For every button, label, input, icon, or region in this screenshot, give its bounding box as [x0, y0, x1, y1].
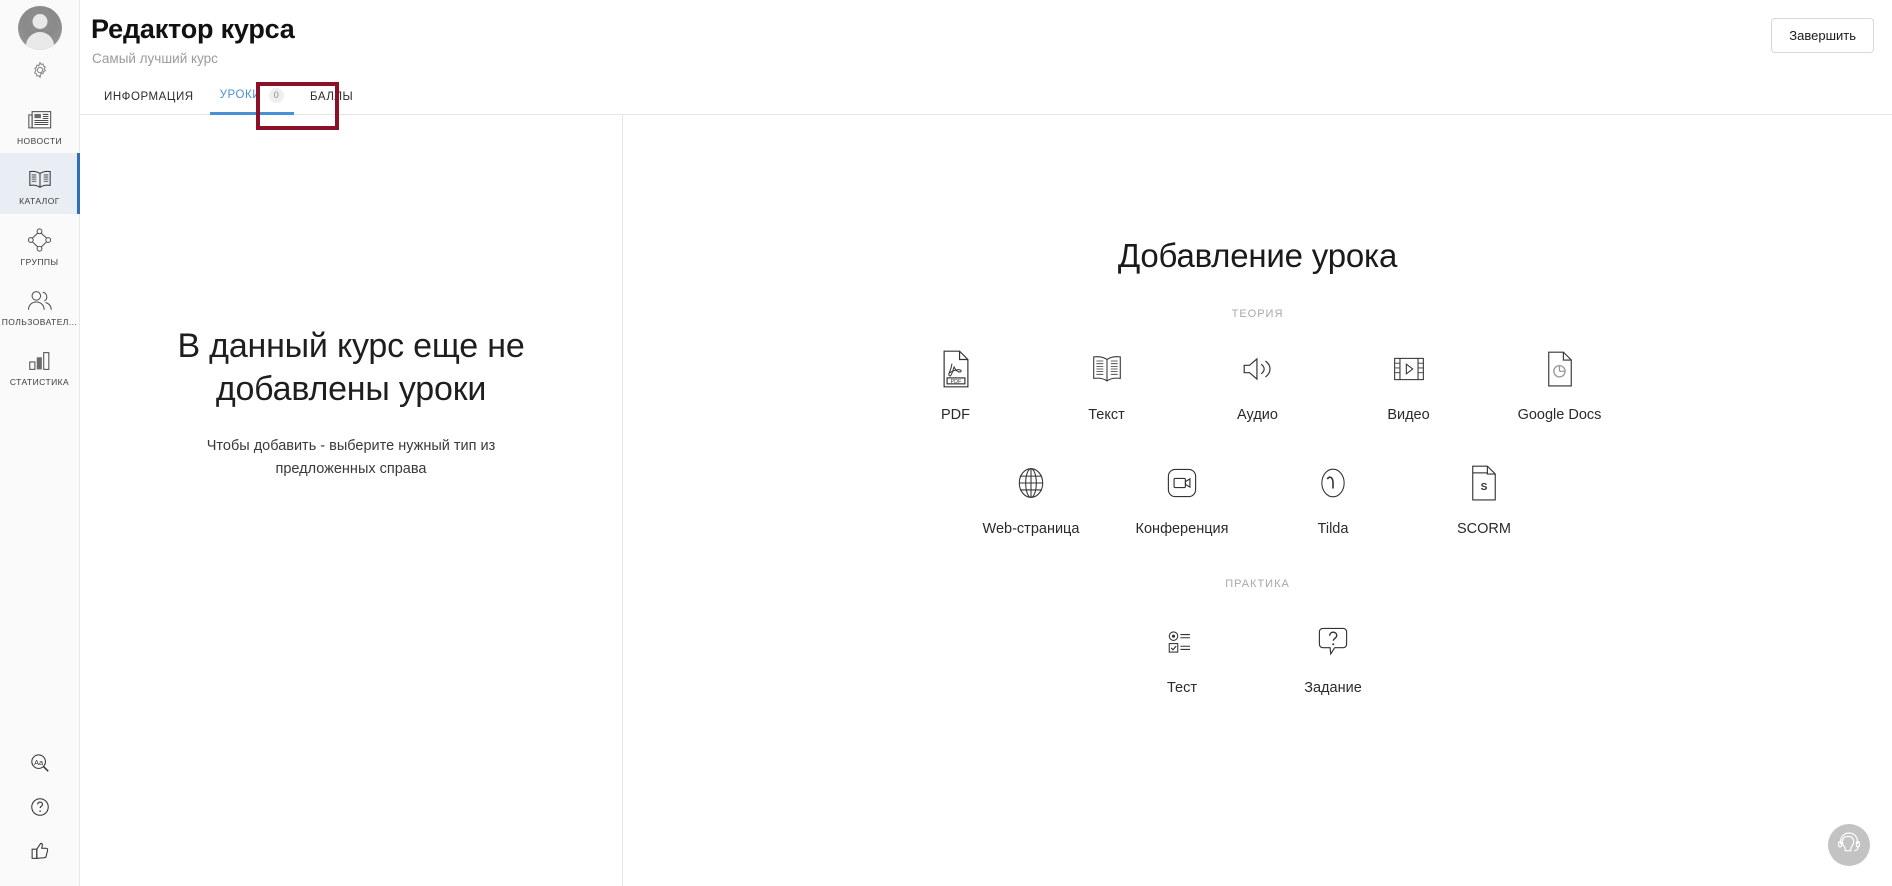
film-strip-icon [1392, 349, 1426, 389]
lesson-type-label: SCORM [1457, 520, 1511, 537]
lesson-type-label: Google Docs [1517, 406, 1602, 423]
main-content: Редактор курса Самый лучший курс Заверши… [80, 0, 1892, 886]
practice-row: Тест Задание [1107, 616, 1409, 704]
support-headset-icon [1836, 830, 1862, 861]
quiz-list-icon [1165, 622, 1199, 662]
scorm-file-icon: S [1469, 463, 1499, 503]
page-subtitle: Самый лучший курс [92, 50, 218, 66]
news-icon [27, 102, 53, 132]
sidebar-bottom-actions: Aa [0, 750, 80, 886]
finish-button[interactable]: Завершить [1771, 18, 1874, 53]
tab-label: ИНФОРМАЦИЯ [104, 90, 194, 103]
settings-button[interactable] [30, 59, 50, 85]
tab-points[interactable]: БАЛЛЫ [297, 83, 366, 114]
avatar[interactable] [17, 6, 62, 50]
tab-label: УРОКИ [219, 89, 262, 102]
theory-row-1: PDF PDF Текст Аудио Видео Google Docs [880, 343, 1635, 431]
section-label-theory: ТЕОРИЯ [1231, 307, 1284, 320]
video-camera-icon [1165, 463, 1199, 503]
add-lesson-pane: Добавление урока ТЕОРИЯ PDF PDF Текст Ау… [623, 115, 1892, 886]
tab-badge: 0 [269, 87, 285, 103]
open-book-icon [1090, 349, 1124, 389]
left-sidebar: НОВОСТИ КАТАЛОГ ГРУППЫ ПОЛЬЗОВАТЕЛ... СТ… [0, 0, 80, 886]
sidebar-item-label: СТАТИСТИКА [9, 378, 70, 388]
sidebar-item-statistics[interactable]: СТАТИСТИКА [0, 334, 80, 394]
editor-body: В данный курс еще не добавлены уроки Что… [80, 114, 1892, 886]
section-label-practice: ПРАКТИКА [1225, 578, 1290, 591]
sidebar-item-news[interactable]: НОВОСТИ [0, 93, 80, 153]
svg-text:PDF: PDF [950, 379, 962, 385]
lesson-type-quiz[interactable]: Тест [1107, 616, 1258, 704]
lesson-type-label: Тест [1167, 680, 1197, 697]
lesson-type-audio[interactable]: Аудио [1182, 343, 1333, 431]
users-icon [26, 283, 54, 313]
sidebar-item-groups[interactable]: ГРУППЫ [0, 214, 80, 274]
sidebar-item-catalog[interactable]: КАТАЛОГ [0, 153, 80, 215]
support-button[interactable] [1828, 824, 1870, 866]
gear-icon [30, 60, 50, 85]
lesson-type-label: Аудио [1237, 406, 1278, 423]
tab-bar: ИНФОРМАЦИЯ УРОКИ 0 БАЛЛЫ [80, 80, 1892, 115]
lessons-empty-pane: В данный курс еще не добавлены уроки Что… [80, 114, 623, 886]
sidebar-item-users[interactable]: ПОЛЬЗОВАТЕЛ... [0, 274, 80, 334]
lesson-type-tilda[interactable]: Tilda [1258, 457, 1409, 545]
lesson-type-label: PDF [941, 406, 970, 423]
empty-state-subtitle: Чтобы добавить - выберите нужный тип из … [206, 438, 496, 477]
tilda-icon [1317, 463, 1349, 503]
add-lesson-title: Добавление урока [1117, 236, 1398, 274]
lesson-type-google-docs[interactable]: Google Docs [1484, 343, 1635, 431]
help-icon[interactable] [29, 794, 51, 820]
lesson-type-scorm[interactable]: S SCORM [1409, 457, 1560, 545]
globe-icon [1015, 463, 1047, 503]
statistics-icon [27, 343, 53, 373]
groups-icon [26, 223, 53, 253]
sidebar-item-label: НОВОСТИ [16, 137, 63, 146]
lesson-type-video[interactable]: Видео [1333, 343, 1484, 431]
lesson-type-conference[interactable]: Конференция [1107, 457, 1258, 545]
lesson-type-assignment[interactable]: Задание [1258, 616, 1409, 704]
sidebar-item-label: ПОЛЬЗОВАТЕЛ... [1, 318, 78, 328]
empty-state-title: В данный курс еще не добавлены уроки [177, 326, 525, 409]
sidebar-item-label: ГРУППЫ [20, 257, 59, 267]
lesson-type-web-page[interactable]: Web-страница [956, 457, 1107, 545]
page-header: Редактор курса Самый лучший курс Заверши… [80, 0, 1892, 130]
lesson-type-label: Задание [1304, 680, 1362, 697]
question-bubble-icon [1317, 622, 1349, 662]
lesson-type-label: Видео [1387, 406, 1430, 423]
pdf-file-icon: PDF [940, 349, 972, 389]
thumbs-up-icon[interactable] [29, 838, 51, 864]
sidebar-item-label: КАТАЛОГ [19, 197, 60, 207]
svg-text:S: S [1481, 482, 1488, 493]
tab-lessons[interactable]: УРОКИ 0 [207, 80, 297, 115]
tab-label: БАЛЛЫ [310, 90, 354, 103]
catalog-icon [26, 162, 54, 192]
lesson-type-text[interactable]: Текст [1031, 343, 1182, 431]
speaker-icon [1241, 349, 1275, 389]
theory-row-2: Web-страница Конференция Tilda S SCORM [956, 457, 1560, 545]
svg-text:Aa: Aa [34, 758, 44, 767]
lesson-type-pdf[interactable]: PDF PDF [880, 343, 1031, 431]
lesson-type-label: Web-страница [982, 520, 1080, 537]
lesson-type-label: Конференция [1135, 520, 1229, 537]
google-docs-icon [1545, 349, 1575, 389]
font-size-icon[interactable]: Aa [29, 750, 51, 776]
lesson-type-label: Текст [1088, 406, 1125, 423]
tab-information[interactable]: ИНФОРМАЦИЯ [91, 83, 207, 114]
page-title: Редактор курса [91, 14, 295, 44]
lesson-type-label: Tilda [1317, 520, 1349, 537]
